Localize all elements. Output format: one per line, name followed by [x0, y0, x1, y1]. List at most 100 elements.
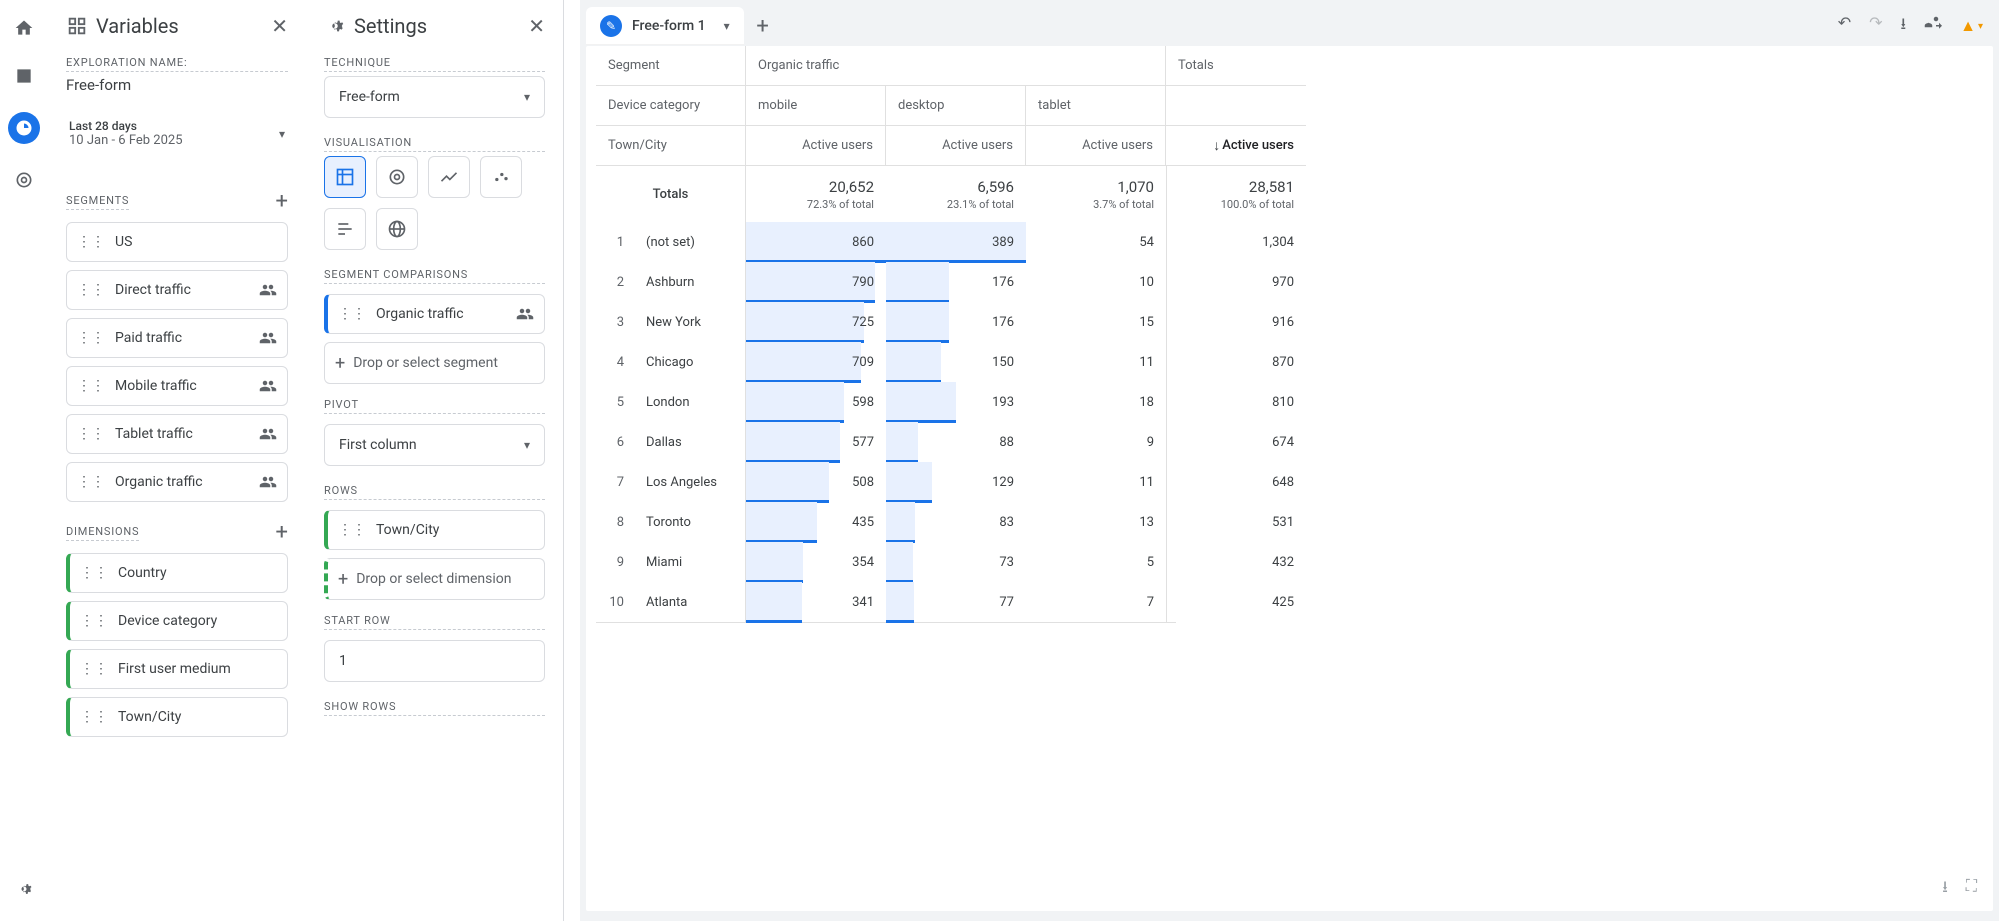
- cell-desktop: 176: [886, 302, 1026, 342]
- table-row[interactable]: 8Toronto: [596, 502, 746, 542]
- cell-mobile: 577: [746, 422, 886, 462]
- dimension-chip[interactable]: ⋮⋮ First user medium: [66, 649, 288, 689]
- table-row[interactable]: 6Dallas: [596, 422, 746, 462]
- viz-geo-icon[interactable]: [376, 208, 418, 250]
- explore-icon[interactable]: [8, 112, 40, 144]
- settings-header: Settings ✕: [324, 14, 545, 38]
- cell-total: 674: [1166, 422, 1306, 462]
- segment-chip[interactable]: ⋮⋮ US: [66, 222, 288, 262]
- hdr-active-users-desktop[interactable]: Active users: [886, 126, 1026, 166]
- hdr-active-users-tablet[interactable]: Active users: [1026, 126, 1166, 166]
- rows-chip[interactable]: ⋮⋮ Town/City: [324, 510, 545, 550]
- canvas-area: ✎ Free-form 1 ▾ + ↶ ↷ ⭳ ▲▾ SegmentOrgani…: [580, 0, 1999, 921]
- cell-tablet: 10: [1026, 262, 1166, 302]
- drag-handle-icon: ⋮⋮: [77, 378, 105, 394]
- cell-mobile: 860: [746, 222, 886, 262]
- plus-icon: +: [335, 353, 345, 374]
- date-range-preset: Last 28 days: [69, 119, 183, 133]
- drop-segment-label: Drop or select segment: [353, 355, 498, 371]
- cell-mobile: 790: [746, 262, 886, 302]
- cell-mobile: 341: [746, 582, 886, 622]
- table-row[interactable]: 9Miami: [596, 542, 746, 582]
- warning-icon[interactable]: ▲▾: [1960, 13, 1983, 40]
- drag-handle-icon: ⋮⋮: [77, 234, 105, 250]
- close-settings-icon[interactable]: ✕: [528, 14, 545, 38]
- drop-segment-target[interactable]: + Drop or select segment: [324, 342, 545, 384]
- viz-scatter-icon[interactable]: [480, 156, 522, 198]
- drag-handle-icon: ⋮⋮: [77, 330, 105, 346]
- people-icon: [259, 473, 277, 491]
- segment-chip[interactable]: ⋮⋮ Direct traffic: [66, 270, 288, 310]
- cell-tablet: 18: [1026, 382, 1166, 422]
- table-row[interactable]: 2Ashburn: [596, 262, 746, 302]
- cell-total: 425: [1166, 582, 1306, 622]
- drag-handle-icon: ⋮⋮: [77, 426, 105, 442]
- cell-total: 810: [1166, 382, 1306, 422]
- cell-tablet: 11: [1026, 462, 1166, 502]
- segment-chip[interactable]: ⋮⋮ Organic traffic: [66, 462, 288, 502]
- hdr-totals: Totals: [1166, 46, 1306, 86]
- cell-total: 916: [1166, 302, 1306, 342]
- table-row[interactable]: 7Los Angeles: [596, 462, 746, 502]
- redo-icon[interactable]: ↷: [1869, 13, 1882, 40]
- viz-bar-icon[interactable]: [324, 208, 366, 250]
- hdr-desktop: desktop: [886, 86, 1026, 126]
- technique-select[interactable]: Free-form ▾: [324, 76, 545, 118]
- close-variables-icon[interactable]: ✕: [271, 14, 288, 38]
- hdr-mobile: mobile: [746, 86, 886, 126]
- fullscreen-icon[interactable]: ⛶: [1966, 876, 1977, 903]
- add-tab-button[interactable]: +: [744, 7, 782, 45]
- left-rail: [0, 0, 48, 921]
- totals-row-label: Totals: [596, 166, 746, 222]
- table-row[interactable]: 3New York: [596, 302, 746, 342]
- table-row[interactable]: 1(not set): [596, 222, 746, 262]
- start-row-input[interactable]: [324, 640, 545, 682]
- dimension-chip[interactable]: ⋮⋮ Device category: [66, 601, 288, 641]
- reports-icon[interactable]: [12, 64, 36, 88]
- drag-handle-icon: ⋮⋮: [80, 613, 108, 629]
- hdr-active-users-mobile[interactable]: Active users: [746, 126, 886, 166]
- advertising-icon[interactable]: [12, 168, 36, 192]
- viz-table-icon[interactable]: [324, 156, 366, 198]
- undo-icon[interactable]: ↶: [1838, 13, 1851, 40]
- canvas-footer: ⭳ ⛶: [1942, 876, 1977, 903]
- home-icon[interactable]: [12, 16, 36, 40]
- export-icon[interactable]: ⭳: [1942, 876, 1948, 903]
- caret-down-icon: ▾: [524, 90, 530, 104]
- tab-freeform-1[interactable]: ✎ Free-form 1 ▾: [586, 7, 744, 45]
- segment-label: Tablet traffic: [115, 426, 259, 442]
- download-icon[interactable]: ⭳: [1901, 13, 1907, 40]
- segment-chip[interactable]: ⋮⋮ Paid traffic: [66, 318, 288, 358]
- drag-handle-icon: ⋮⋮: [77, 474, 105, 490]
- drop-dimension-target[interactable]: + Drop or select dimension: [324, 558, 545, 600]
- hdr-active-users-total[interactable]: ↓Active users: [1166, 126, 1306, 166]
- caret-down-icon[interactable]: ▾: [724, 19, 730, 33]
- pivot-select[interactable]: First column ▾: [324, 424, 545, 466]
- caret-down-icon: ▾: [279, 127, 285, 141]
- add-segment-button[interactable]: +: [276, 189, 288, 214]
- dimension-chip[interactable]: ⋮⋮ Town/City: [66, 697, 288, 737]
- table-row[interactable]: 5London: [596, 382, 746, 422]
- segment-comparison-chip[interactable]: ⋮⋮ Organic traffic: [324, 294, 545, 334]
- viz-donut-icon[interactable]: [376, 156, 418, 198]
- segments-section-label: SEGMENTS: [66, 194, 129, 210]
- segment-chip[interactable]: ⋮⋮ Tablet traffic: [66, 414, 288, 454]
- people-icon: [259, 329, 277, 347]
- date-range-picker[interactable]: Last 28 days 10 Jan - 6 Feb 2025 ▾: [66, 112, 288, 155]
- table-row[interactable]: 4Chicago: [596, 342, 746, 382]
- sort-down-icon: ↓: [1213, 137, 1220, 154]
- admin-gear-icon[interactable]: [12, 877, 36, 901]
- viz-line-icon[interactable]: [428, 156, 470, 198]
- table-row[interactable]: 10Atlanta: [596, 582, 746, 622]
- cell-mobile: 598: [746, 382, 886, 422]
- caret-down-icon: ▾: [524, 438, 530, 452]
- share-icon[interactable]: [1924, 13, 1942, 40]
- technique-label: TECHNIQUE: [324, 56, 545, 72]
- variables-header: Variables ✕: [66, 14, 288, 38]
- add-dimension-button[interactable]: +: [276, 520, 288, 545]
- segment-chip[interactable]: ⋮⋮ Mobile traffic: [66, 366, 288, 406]
- cell-mobile: 725: [746, 302, 886, 342]
- dimension-chip[interactable]: ⋮⋮ Country: [66, 553, 288, 593]
- cell-tablet: 13: [1026, 502, 1166, 542]
- exploration-name[interactable]: Free-form: [66, 76, 288, 94]
